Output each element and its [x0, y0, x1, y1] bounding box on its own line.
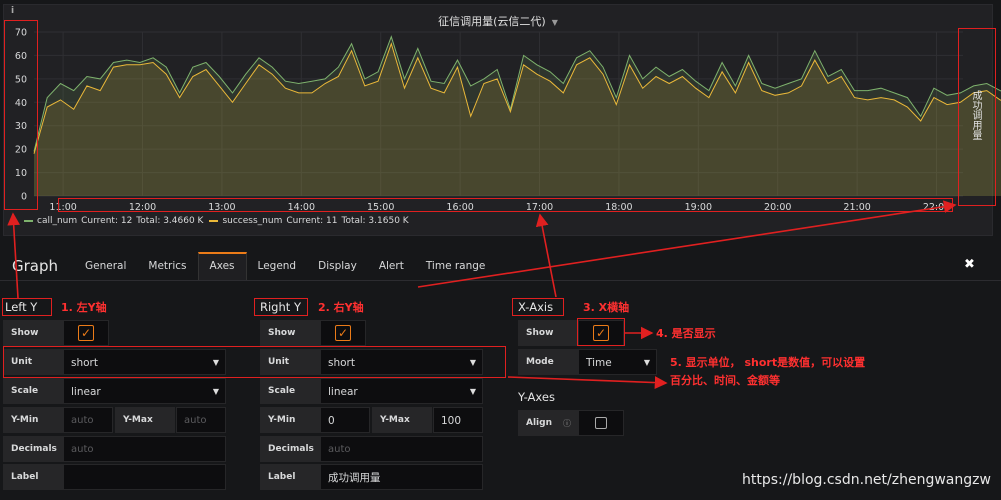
right-y-ymax-label: Y-Max	[372, 407, 432, 433]
tab-time-range[interactable]: Time range	[415, 252, 497, 280]
right-y-scale-select[interactable]: linear ▼	[320, 378, 483, 404]
annotation-box-x-axis	[58, 198, 953, 212]
x-axis-mode-value: Time	[586, 357, 612, 369]
editor-title: Graph	[12, 257, 59, 275]
y-axes-align-checkbox[interactable]	[595, 417, 607, 429]
series-area-success-num	[34, 43, 1001, 196]
legend-series-name: call_num	[37, 216, 78, 226]
right-y-decimals-label: Decimals	[260, 436, 320, 462]
right-y-ymax-input[interactable]: 100	[433, 407, 483, 433]
left-y-ymax-input[interactable]: auto	[176, 407, 226, 433]
legend-total: Total: 3.1650 K	[341, 216, 409, 226]
legend-item-call-num[interactable]: call_num Current: 12 Total: 3.4660 K	[24, 216, 203, 226]
right-y-show-checkbox[interactable]: ✓	[335, 325, 351, 341]
legend-total: Total: 3.4660 K	[136, 216, 204, 226]
annotation-box-unit-row	[3, 346, 506, 378]
annotation-x-axis: 3. X横轴	[583, 301, 630, 314]
tab-axes[interactable]: Axes	[197, 252, 247, 280]
chart-legend: call_num Current: 12 Total: 3.4660 K suc…	[24, 216, 409, 226]
editor-tabs: General Metrics Axes Legend Display Aler…	[74, 252, 496, 280]
caret-down-icon: ▼	[212, 387, 219, 396]
left-y-label-label: Label	[3, 464, 63, 490]
legend-swatch	[24, 220, 33, 222]
left-y-ymin-label: Y-Min	[3, 407, 63, 433]
annotation-box-show-checkbox	[577, 318, 625, 346]
tab-legend[interactable]: Legend	[247, 252, 308, 280]
annotation-box-left-y	[4, 20, 38, 210]
right-y-ymin-input[interactable]: 0	[320, 407, 370, 433]
annotation-box-right-y-title	[254, 298, 308, 316]
legend-current: Current: 11	[286, 216, 338, 226]
left-y-ymin-input[interactable]: auto	[63, 407, 113, 433]
annotation-box-x-axis-title	[512, 298, 564, 316]
left-y-scale-value: linear	[71, 386, 101, 398]
annotation-box-left-y-title	[2, 298, 52, 316]
left-y-ymax-label: Y-Max	[115, 407, 175, 433]
caret-down-icon: ▼	[643, 358, 650, 367]
legend-item-success-num[interactable]: success_num Current: 11 Total: 3.1650 K	[209, 216, 409, 226]
annotation-box-right-y	[958, 28, 996, 206]
tab-metrics[interactable]: Metrics	[137, 252, 197, 280]
close-icon[interactable]: ✖	[964, 257, 975, 272]
legend-series-name: success_num	[222, 216, 283, 226]
watermark: https://blog.csdn.net/zhengwangzw	[742, 472, 991, 488]
x-axis-show-label: Show	[518, 320, 578, 346]
right-y-ymin-label: Y-Min	[260, 407, 320, 433]
right-y-show-label: Show	[260, 320, 320, 346]
legend-swatch	[209, 220, 219, 222]
caret-down-icon: ▼	[469, 387, 476, 396]
tab-display[interactable]: Display	[307, 252, 368, 280]
x-axis-mode-label: Mode	[518, 349, 578, 375]
annotation-unit-line2: 百分比、时间、金额等	[670, 374, 780, 387]
y-axes-title: Y-Axes	[518, 390, 555, 404]
right-y-decimals-input[interactable]: auto	[320, 436, 483, 462]
left-y-show-checkbox[interactable]: ✓	[78, 325, 94, 341]
right-y-scale-value: linear	[328, 386, 358, 398]
right-y-scale-label: Scale	[260, 378, 320, 404]
annotation-unit-line1: 5. 显示单位， short是数值，可以设置	[670, 356, 866, 369]
left-y-scale-select[interactable]: linear ▼	[63, 378, 226, 404]
right-y-label-input[interactable]: 成功调用量	[320, 464, 483, 490]
left-y-scale-label: Scale	[3, 378, 63, 404]
annotation-right-y: 2. 右Y轴	[318, 301, 364, 314]
left-y-show-label: Show	[3, 320, 63, 346]
divider	[0, 280, 1001, 281]
annotation-show: 4. 是否显示	[656, 327, 716, 340]
x-axis-mode-select[interactable]: Time ▼	[578, 349, 657, 375]
right-y-label-label: Label	[260, 464, 320, 490]
legend-current: Current: 12	[81, 216, 133, 226]
left-y-label-input[interactable]	[63, 464, 226, 490]
left-y-decimals-label: Decimals	[3, 436, 63, 462]
tab-alert[interactable]: Alert	[368, 252, 415, 280]
info-icon[interactable]: ⓘ	[563, 418, 571, 429]
annotation-left-y: 1. 左Y轴	[61, 301, 107, 314]
tab-general[interactable]: General	[74, 252, 137, 280]
left-y-decimals-input[interactable]: auto	[63, 436, 226, 462]
